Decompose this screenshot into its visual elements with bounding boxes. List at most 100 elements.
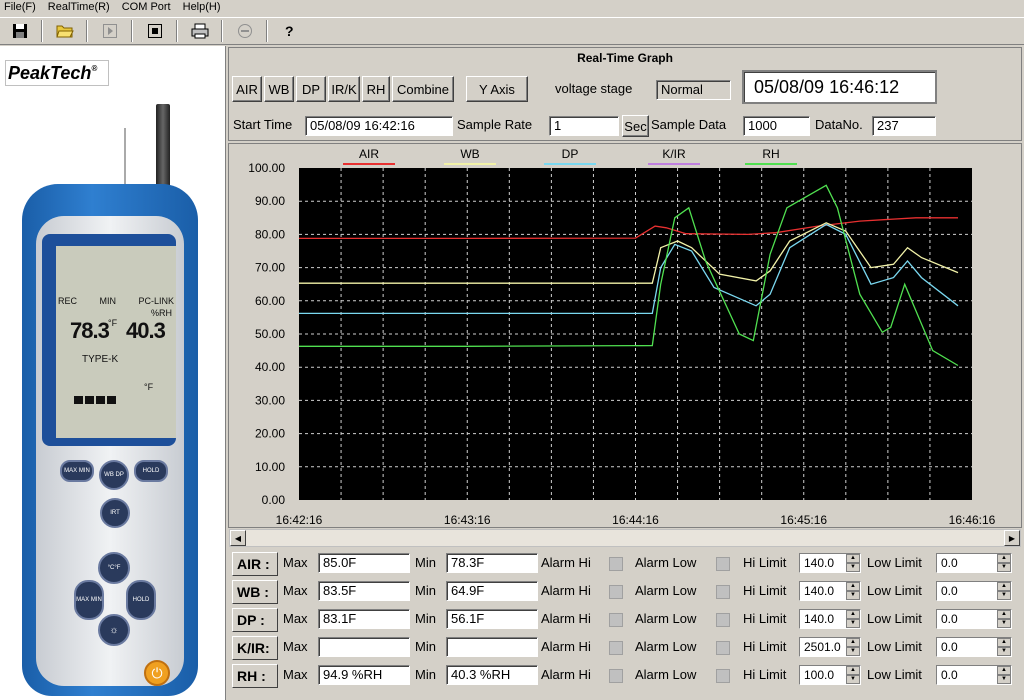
spin-up-icon[interactable]: ▲: [997, 610, 1011, 619]
spin-down-icon[interactable]: ▼: [997, 591, 1011, 600]
device-hold-button: HOLD: [134, 460, 168, 482]
toolbar-separator: [86, 20, 88, 42]
channel-button-dp[interactable]: DP: [296, 76, 326, 102]
scroll-right-icon[interactable]: ▶: [1004, 530, 1020, 546]
hi-limit-spinner-kir[interactable]: 2501.0 ▲ ▼: [799, 637, 861, 657]
row-label-dp: DP :: [232, 608, 278, 632]
toolbar-separator: [41, 20, 43, 42]
min-value-kir: [446, 637, 538, 657]
low-limit-spinner-kir[interactable]: 0.0 ▲ ▼: [936, 637, 1012, 657]
spin-up-icon[interactable]: ▲: [846, 610, 860, 619]
channel-button-irk[interactable]: IR/K: [328, 76, 360, 102]
spinner-arrows[interactable]: ▲ ▼: [846, 610, 860, 628]
spin-up-icon[interactable]: ▲: [997, 554, 1011, 563]
scroll-left-icon[interactable]: ◀: [230, 530, 246, 546]
spin-down-icon[interactable]: ▼: [997, 675, 1011, 684]
spinner-arrows[interactable]: ▲ ▼: [997, 638, 1011, 656]
spin-up-icon[interactable]: ▲: [846, 638, 860, 647]
menu-realtime[interactable]: RealTime(R): [48, 0, 110, 16]
lcd-value-2: 40.3: [126, 318, 166, 343]
spinner-arrows[interactable]: ▲ ▼: [846, 638, 860, 656]
channel-button-air[interactable]: AIR: [232, 76, 262, 102]
brand-logo: PeakTech ®: [5, 60, 109, 86]
spinner-arrows[interactable]: ▲ ▼: [846, 582, 860, 600]
combine-button[interactable]: Combine: [392, 76, 454, 102]
spinner-arrows[interactable]: ▲ ▼: [846, 666, 860, 684]
toolbar-separator: [176, 20, 178, 42]
max-value-rh: 94.9 %RH: [318, 665, 410, 685]
menu-file[interactable]: File(F): [4, 0, 36, 16]
y-axis-button[interactable]: Y Axis: [466, 76, 528, 102]
horizontal-scrollbar[interactable]: ◀ ▶: [229, 529, 1021, 547]
spin-down-icon[interactable]: ▼: [846, 619, 860, 628]
channel-button-rh[interactable]: RH: [362, 76, 390, 102]
save-icon[interactable]: [6, 20, 33, 42]
alarm-low-indicator-rh: [716, 669, 730, 683]
alarm-hi-label-dp: Alarm Hi: [541, 611, 591, 626]
spin-up-icon[interactable]: ▲: [846, 554, 860, 563]
min-value-wb: 64.9F: [446, 581, 538, 601]
alarm-low-label-air: Alarm Low: [635, 555, 697, 570]
y-tick-label: 100.00: [248, 161, 285, 175]
spin-down-icon[interactable]: ▼: [846, 563, 860, 572]
sample-data-field[interactable]: 1000: [743, 116, 810, 136]
y-tick-label: 10.00: [255, 460, 285, 474]
low-limit-spinner-value-rh: 0.0: [941, 668, 958, 682]
spinner-arrows[interactable]: ▲ ▼: [997, 666, 1011, 684]
menu-com-port[interactable]: COM Port: [122, 0, 171, 16]
datano-field: 237: [872, 116, 936, 136]
hi-limit-spinner-wb[interactable]: 140.0 ▲ ▼: [799, 581, 861, 601]
print-icon[interactable]: [186, 20, 213, 42]
help-icon[interactable]: ?: [276, 20, 303, 42]
spin-up-icon[interactable]: ▲: [846, 582, 860, 591]
spin-down-icon[interactable]: ▼: [846, 647, 860, 656]
spin-up-icon[interactable]: ▲: [997, 582, 1011, 591]
menu-help[interactable]: Help(H): [183, 0, 221, 16]
sec-button[interactable]: Sec: [622, 115, 649, 137]
spinner-arrows[interactable]: ▲ ▼: [997, 554, 1011, 572]
stop-icon[interactable]: [141, 20, 168, 42]
hi-limit-spinner-dp[interactable]: 140.0 ▲ ▼: [799, 609, 861, 629]
low-limit-spinner-value-air: 0.0: [941, 556, 958, 570]
spinner-arrows[interactable]: ▲ ▼: [997, 582, 1011, 600]
low-limit-spinner-value-wb: 0.0: [941, 584, 958, 598]
alarm-hi-label-air: Alarm Hi: [541, 555, 591, 570]
max-value-wb: 83.5F: [318, 581, 410, 601]
minus-circle-icon[interactable]: [231, 20, 258, 42]
row-label-rh: RH :: [232, 664, 278, 688]
spin-up-icon[interactable]: ▲: [997, 666, 1011, 675]
spin-down-icon[interactable]: ▼: [846, 675, 860, 684]
spin-down-icon[interactable]: ▼: [997, 619, 1011, 628]
low-limit-label-wb: Low Limit: [867, 583, 922, 598]
lcd-value-1-unit: °F: [108, 318, 118, 328]
hi-limit-spinner-rh[interactable]: 100.0 ▲ ▼: [799, 665, 861, 685]
y-tick-label: 40.00: [255, 360, 285, 374]
alarm-hi-indicator-kir: [609, 641, 623, 655]
spin-down-icon[interactable]: ▼: [846, 591, 860, 600]
spin-down-icon[interactable]: ▼: [997, 563, 1011, 572]
play-icon[interactable]: [96, 20, 123, 42]
spinner-arrows[interactable]: ▲ ▼: [997, 610, 1011, 628]
sample-data-label: Sample Data: [651, 117, 727, 132]
spinner-arrows[interactable]: ▲ ▼: [846, 554, 860, 572]
hi-limit-spinner-value-rh: 100.0: [804, 668, 835, 682]
sample-rate-field[interactable]: 1: [549, 116, 619, 136]
open-folder-icon[interactable]: [51, 20, 78, 42]
start-time-field[interactable]: 05/08/09 16:42:16: [305, 116, 453, 136]
device-panel: PeakTech ® REC MIN PC-LINK %RH 78.3 °F 40…: [0, 46, 226, 700]
y-tick-label: 30.00: [255, 393, 285, 407]
low-limit-spinner-value-dp: 0.0: [941, 612, 958, 626]
min-label-wb: Min: [415, 583, 436, 598]
lcd-pclink: PC-LINK: [138, 296, 174, 306]
low-limit-spinner-dp[interactable]: 0.0 ▲ ▼: [936, 609, 1012, 629]
spin-down-icon[interactable]: ▼: [997, 647, 1011, 656]
low-limit-spinner-air[interactable]: 0.0 ▲ ▼: [936, 553, 1012, 573]
x-tick-label: 16:42:16: [276, 513, 323, 527]
hi-limit-spinner-air[interactable]: 140.0 ▲ ▼: [799, 553, 861, 573]
low-limit-spinner-rh[interactable]: 0.0 ▲ ▼: [936, 665, 1012, 685]
channel-button-wb[interactable]: WB: [264, 76, 294, 102]
low-limit-spinner-wb[interactable]: 0.0 ▲ ▼: [936, 581, 1012, 601]
spin-up-icon[interactable]: ▲: [997, 638, 1011, 647]
alarm-low-indicator-wb: [716, 585, 730, 599]
spin-up-icon[interactable]: ▲: [846, 666, 860, 675]
